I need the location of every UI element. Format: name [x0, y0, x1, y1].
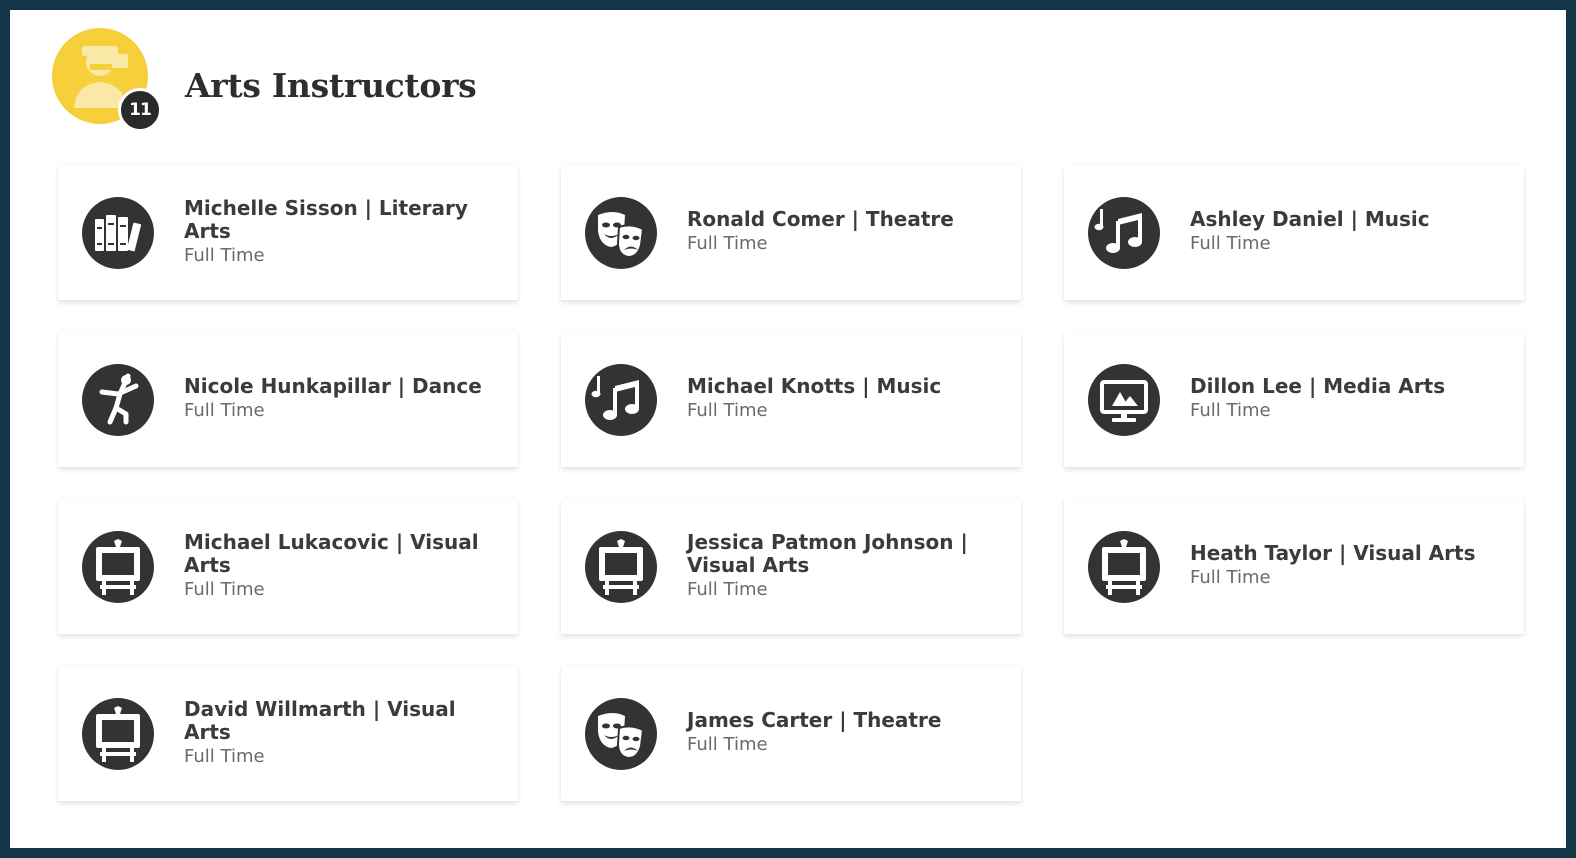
instructor-card-text: Ashley Daniel | Music Full Time: [1190, 165, 1500, 300]
instructor-count-badge: 11: [118, 88, 162, 132]
instructor-card-text: Michael Lukacovic | Visual Arts Full Tim…: [184, 499, 494, 634]
instructor-card[interactable]: David Willmarth | Visual Arts Full Time: [58, 666, 518, 801]
instructor-card[interactable]: Dillon Lee | Media Arts Full Time: [1064, 332, 1524, 467]
instructor-card[interactable]: Jessica Patmon Johnson | Visual Arts Ful…: [561, 499, 1021, 634]
instructor-status: Full Time: [1190, 567, 1271, 588]
instructor-card[interactable]: Ashley Daniel | Music Full Time: [1064, 165, 1524, 300]
instructor-status: Full Time: [184, 578, 265, 600]
instructor-card[interactable]: Michael Lukacovic | Visual Arts Full Tim…: [58, 499, 518, 634]
theatre-masks-icon: [585, 698, 657, 770]
instructor-card-text: Michelle Sisson | Literary Arts Full Tim…: [184, 165, 494, 300]
instructor-name: Nicole Hunkapillar | Dance: [184, 374, 482, 398]
instructor-status: Full Time: [687, 578, 768, 600]
instructor-card-text: Jessica Patmon Johnson | Visual Arts Ful…: [687, 499, 997, 634]
instructor-status: Full Time: [1190, 233, 1271, 254]
instructor-name: Heath Taylor | Visual Arts: [1190, 541, 1476, 565]
instructor-status: Full Time: [1190, 400, 1271, 421]
instructor-card-text: Dillon Lee | Media Arts Full Time: [1190, 332, 1500, 467]
easel-icon: [82, 531, 154, 603]
books-icon: [82, 197, 154, 269]
instructor-name: Michael Lukacovic | Visual Arts: [184, 529, 479, 577]
instructor-name: Ashley Daniel | Music: [1190, 207, 1430, 231]
easel-icon: [82, 698, 154, 770]
instructor-name: Michelle Sisson | Literary Arts: [184, 195, 468, 243]
instructor-grid: Michelle Sisson | Literary Arts Full Tim…: [58, 165, 1528, 801]
easel-icon: [1088, 531, 1160, 603]
easel-icon: [585, 531, 657, 603]
instructor-name: James Carter | Theatre: [687, 708, 942, 732]
instructor-status: Full Time: [687, 233, 768, 254]
instructor-status: Full Time: [184, 745, 265, 767]
instructors-panel: 11 Arts Instructors Michelle Sisson | Li…: [10, 10, 1566, 848]
instructor-status: Full Time: [184, 244, 265, 266]
dancer-icon: [82, 364, 154, 436]
instructor-status: Full Time: [184, 400, 265, 421]
instructor-card-text: Nicole Hunkapillar | Dance Full Time: [184, 332, 494, 467]
music-note-icon: [1088, 197, 1160, 269]
instructor-card[interactable]: Michelle Sisson | Literary Arts Full Tim…: [58, 165, 518, 300]
music-note-icon: [585, 364, 657, 436]
instructor-card-text: Heath Taylor | Visual Arts Full Time: [1190, 499, 1500, 634]
page-title: Arts Instructors: [185, 66, 477, 105]
instructor-card[interactable]: James Carter | Theatre Full Time: [561, 666, 1021, 801]
instructor-status: Full Time: [687, 400, 768, 421]
instructor-card[interactable]: Michael Knotts | Music Full Time: [561, 332, 1021, 467]
instructor-card-text: Ronald Comer | Theatre Full Time: [687, 165, 997, 300]
instructor-name: Dillon Lee | Media Arts: [1190, 374, 1446, 398]
page-header: 11 Arts Instructors: [50, 26, 950, 136]
monitor-icon: [1088, 364, 1160, 436]
instructor-name: Ronald Comer | Theatre: [687, 207, 954, 231]
instructor-card-text: James Carter | Theatre Full Time: [687, 666, 997, 801]
instructor-card-text: Michael Knotts | Music Full Time: [687, 332, 997, 467]
instructor-name: David Willmarth | Visual Arts: [184, 696, 456, 744]
instructor-status: Full Time: [687, 734, 768, 755]
instructor-card-text: David Willmarth | Visual Arts Full Time: [184, 666, 494, 801]
instructor-card[interactable]: Heath Taylor | Visual Arts Full Time: [1064, 499, 1524, 634]
theatre-masks-icon: [585, 197, 657, 269]
instructor-name: Michael Knotts | Music: [687, 374, 942, 398]
instructor-card[interactable]: Nicole Hunkapillar | Dance Full Time: [58, 332, 518, 467]
instructor-card[interactable]: Ronald Comer | Theatre Full Time: [561, 165, 1021, 300]
instructor-name: Jessica Patmon Johnson | Visual Arts: [687, 529, 968, 577]
